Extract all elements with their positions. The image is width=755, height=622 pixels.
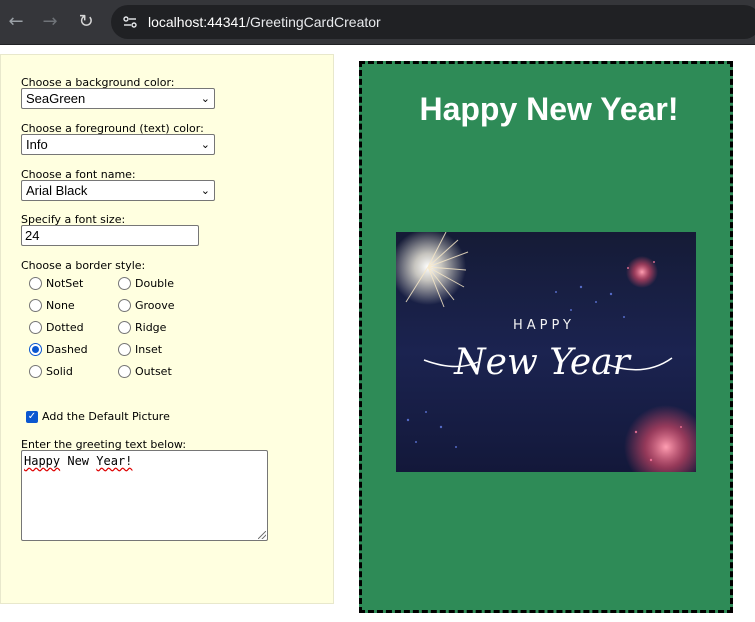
greeting-card: Happy New Year! HAPPY New Year: [359, 61, 733, 613]
radio-label: None: [46, 299, 75, 312]
forward-icon[interactable]: →: [36, 8, 64, 36]
radio-label: Inset: [135, 343, 163, 356]
radio-outset[interactable]: Outset: [118, 365, 172, 378]
default-picture-label: Add the Default Picture: [42, 410, 170, 423]
radio-dot[interactable]: [118, 321, 131, 334]
foreground-color-value: Info: [26, 137, 48, 152]
radio-label: Groove: [135, 299, 175, 312]
new-year-picture: HAPPY New Year: [396, 232, 696, 472]
radio-dot[interactable]: [118, 277, 131, 290]
font-size-input[interactable]: 24: [21, 225, 199, 246]
reload-icon[interactable]: ↻: [72, 8, 100, 36]
radio-double[interactable]: Double: [118, 277, 174, 290]
address-bar[interactable]: localhost:44341/GreetingCardCreator: [111, 5, 755, 39]
foreground-color-select[interactable]: Info ⌄: [21, 134, 215, 155]
radio-dot[interactable]: [118, 343, 131, 356]
image-text-happy: HAPPY: [513, 318, 575, 333]
radio-label: NotSet: [46, 277, 84, 290]
background-color-select[interactable]: SeaGreen ⌄: [21, 88, 215, 109]
radio-notset[interactable]: NotSet: [29, 277, 83, 290]
radio-label: Dashed: [46, 343, 88, 356]
radio-dot[interactable]: [118, 299, 131, 312]
image-text-newyear: New Year: [453, 342, 631, 383]
chevron-down-icon: ⌄: [200, 138, 210, 151]
radio-inset[interactable]: Inset: [118, 343, 162, 356]
radio-label: Double: [135, 277, 174, 290]
greeting-textarea[interactable]: Happy New Year!: [21, 450, 268, 541]
radio-ridge[interactable]: Ridge: [118, 321, 166, 334]
chevron-down-icon: ⌄: [200, 92, 210, 105]
font-name-select[interactable]: Arial Black ⌄: [21, 180, 215, 201]
settings-panel: Choose a background color: SeaGreen ⌄ Ch…: [0, 54, 334, 604]
font-name-value: Arial Black: [26, 183, 88, 198]
back-icon[interactable]: ←: [2, 8, 30, 36]
resize-grip-icon[interactable]: [258, 531, 266, 539]
radio-dot[interactable]: [29, 299, 42, 312]
background-color-value: SeaGreen: [26, 91, 86, 106]
browser-toolbar: ← → ↻ localhost:44341/GreetingCardCreato…: [0, 0, 755, 45]
radio-dot[interactable]: [29, 277, 42, 290]
radio-groove[interactable]: Groove: [118, 299, 175, 312]
radio-none[interactable]: None: [29, 299, 75, 312]
radio-dot-selected[interactable]: [29, 343, 42, 356]
radio-label: Ridge: [135, 321, 167, 334]
radio-dashed[interactable]: Dashed: [29, 343, 88, 356]
radio-dotted[interactable]: Dotted: [29, 321, 84, 334]
chevron-down-icon: ⌄: [200, 184, 210, 197]
radio-label: Outset: [135, 365, 172, 378]
url-path: /GreetingCardCreator: [246, 14, 381, 30]
radio-solid[interactable]: Solid: [29, 365, 73, 378]
radio-dot[interactable]: [29, 365, 42, 378]
url-host: localhost:44341: [148, 14, 247, 30]
radio-dot[interactable]: [118, 365, 131, 378]
fireworks-image: HAPPY New Year: [396, 232, 696, 472]
greeting-heading: Happy New Year!: [419, 91, 679, 127]
default-picture-checkbox-row[interactable]: ✓ Add the Default Picture: [26, 410, 170, 423]
spellcheck-word: Year!: [96, 454, 133, 468]
url-text: localhost:44341/GreetingCardCreator: [148, 14, 381, 30]
site-settings-icon[interactable]: [122, 14, 138, 30]
check-icon[interactable]: ✓: [26, 410, 38, 423]
radio-label: Solid: [46, 365, 73, 378]
radio-label: Dotted: [46, 321, 84, 334]
radio-dot[interactable]: [29, 321, 42, 334]
spellcheck-word: Happy: [24, 454, 61, 468]
border-style-label: Choose a border style:: [21, 259, 146, 272]
greeting-word: New: [67, 454, 90, 468]
